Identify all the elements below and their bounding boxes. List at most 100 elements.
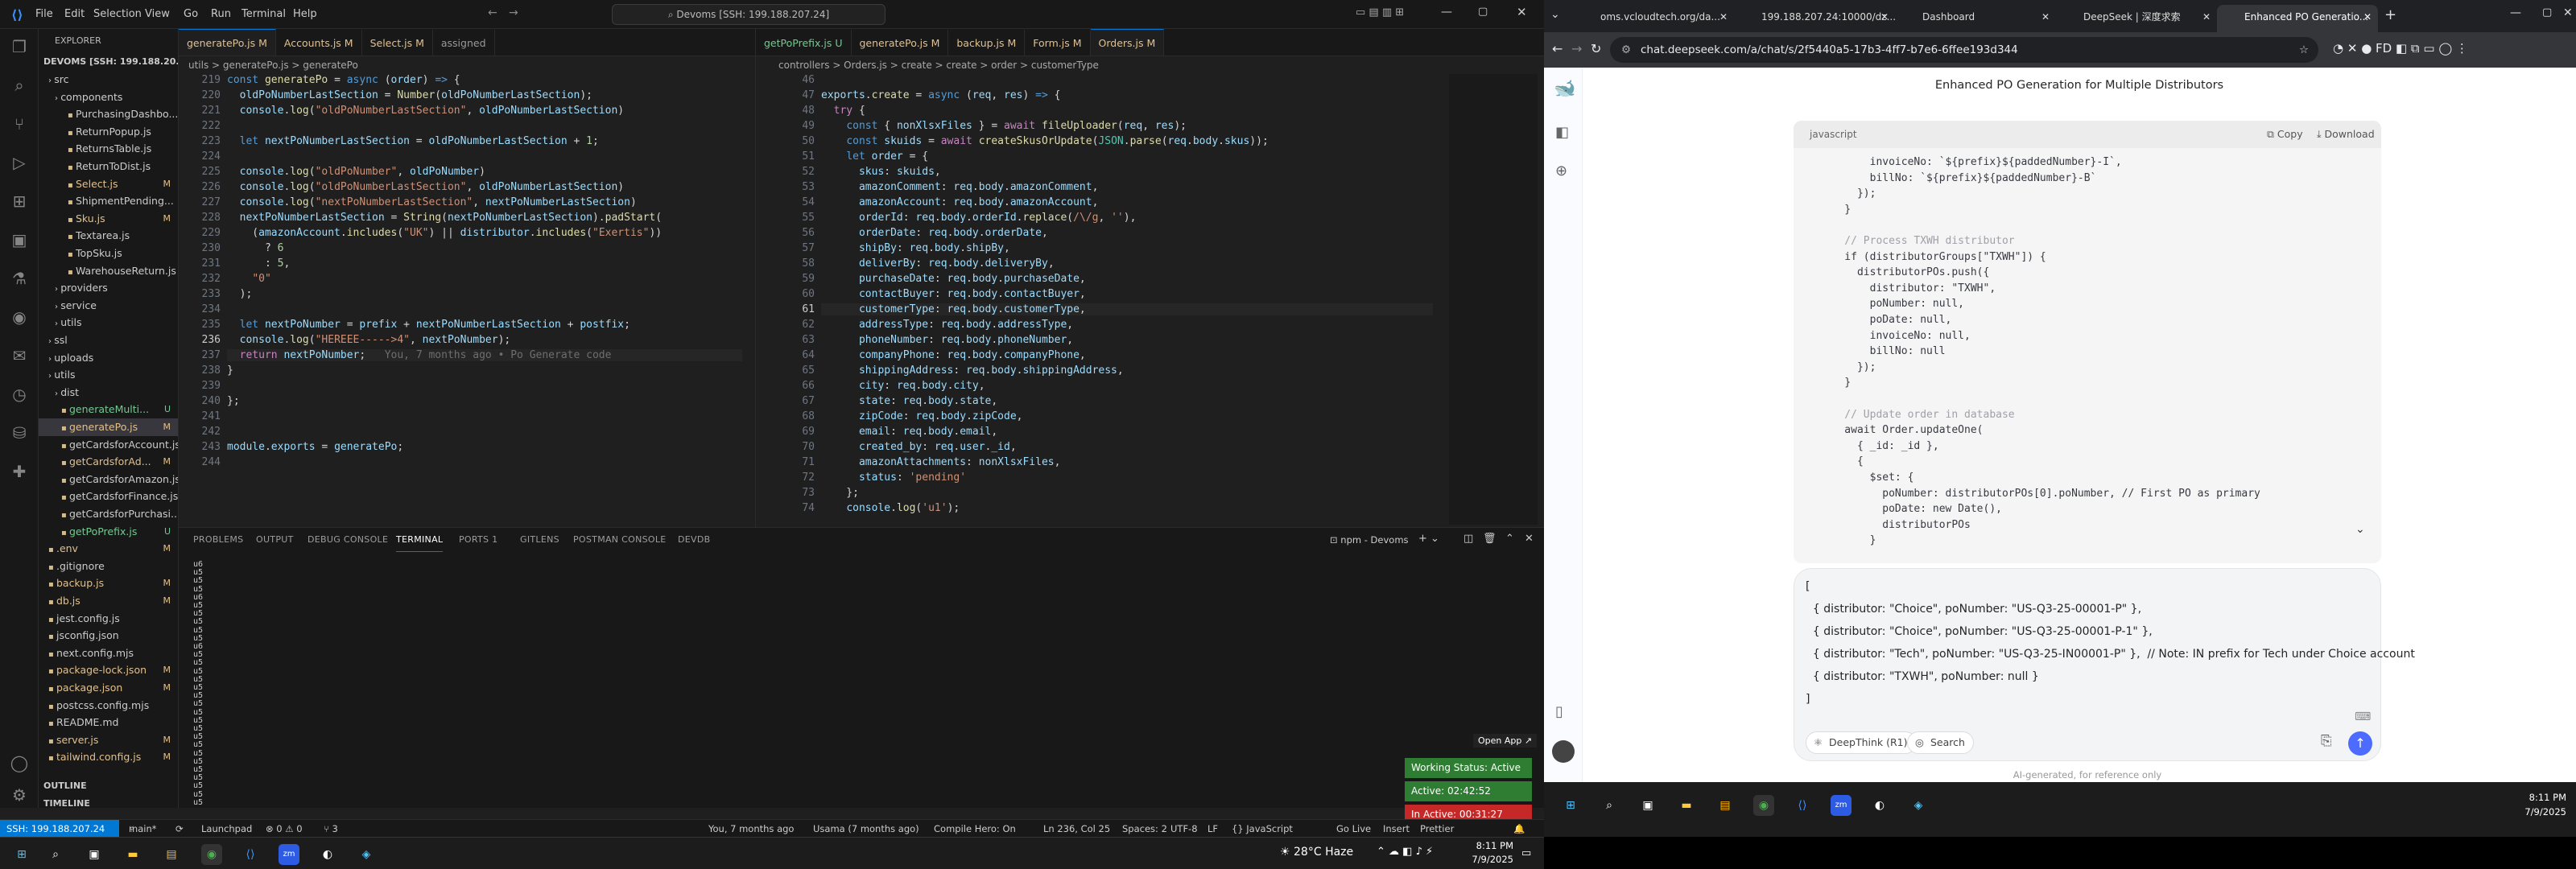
tree-item[interactable]: ▪ README.md bbox=[39, 714, 178, 731]
forward-arrow-icon[interactable]: → bbox=[509, 6, 518, 19]
tree-item[interactable]: ▪ db.js M bbox=[39, 592, 178, 610]
tree-item[interactable]: ▪ server.js M bbox=[39, 731, 178, 749]
close-icon[interactable]: ✕ bbox=[1517, 5, 1527, 19]
new-terminal-icon[interactable]: + ⌄ bbox=[1418, 533, 1439, 545]
chrome-tab-deepseek[interactable]: DeepSeek | 深度求索 ✕ bbox=[2056, 5, 2217, 32]
editor-left[interactable]: 2182192202212222232242252262272282292302… bbox=[179, 74, 742, 525]
tree-item[interactable]: ▪ postcss.config.mjs bbox=[39, 697, 178, 715]
keyboard-icon[interactable]: ⌨ bbox=[2355, 710, 2371, 723]
panel-tab-postman[interactable]: POSTMAN CONSOLE bbox=[573, 528, 667, 552]
tree-item[interactable]: ▪ .env M bbox=[39, 540, 178, 558]
clock-date[interactable]: 7/9/2025 bbox=[2515, 806, 2566, 818]
tree-item[interactable]: ▪ Select.js M bbox=[39, 175, 178, 193]
close-panel-icon[interactable]: ✕ bbox=[1525, 533, 1534, 545]
minimize-icon[interactable]: — bbox=[1441, 6, 1452, 19]
tree-item[interactable]: › ssl bbox=[39, 332, 178, 349]
windows-start-icon[interactable]: ⊞ bbox=[1560, 795, 1581, 816]
open-sidebar-icon[interactable]: ◧ bbox=[1555, 124, 1569, 141]
back-arrow-icon[interactable]: ← bbox=[488, 6, 497, 19]
tree-item[interactable]: ▪ Textarea.js bbox=[39, 227, 178, 245]
tree-item[interactable]: ▪ getCardsforAmazon.js bbox=[39, 471, 178, 488]
panel-tab-debug-console[interactable]: DEBUG CONSOLE bbox=[308, 528, 388, 552]
file-explorer-icon[interactable]: ▬ bbox=[1676, 795, 1697, 816]
menu-edit[interactable]: Edit bbox=[64, 0, 85, 29]
search-icon[interactable]: ⌕ bbox=[45, 844, 66, 865]
scroll-down-chevron-icon[interactable]: ⌄ bbox=[2355, 523, 2365, 536]
tree-item[interactable]: › utils bbox=[39, 314, 178, 332]
tab-close-icon[interactable]: ✕ bbox=[1719, 5, 1728, 29]
clock-time[interactable]: 8:11 PM bbox=[1462, 840, 1513, 851]
panel-tab-terminal[interactable]: TERMINAL bbox=[396, 528, 444, 552]
extensions-icon[interactable]: ⊞ bbox=[10, 192, 29, 211]
breadcrumb-left[interactable]: utils > generatePo.js > generatePo bbox=[179, 56, 755, 74]
chrome-tab-ip[interactable]: 199.188.207.24:10000/dz... ✕ bbox=[1734, 5, 1895, 32]
menu-run[interactable]: Run bbox=[211, 0, 231, 29]
bookmark-star-icon[interactable]: ☆ bbox=[2299, 37, 2309, 63]
language-mode[interactable]: {} JavaScript bbox=[1232, 820, 1293, 837]
chat-input[interactable]: [ { distributor: "Choice", poNumber: "US… bbox=[1794, 568, 2415, 761]
attach-paperclip-icon[interactable]: ⎘ bbox=[2321, 733, 2332, 749]
tree-item[interactable]: ▪ Sku.js M bbox=[39, 210, 178, 228]
tab-close-icon[interactable]: ✕ bbox=[1880, 5, 1889, 29]
vscode-icon[interactable]: ⟨⟩ bbox=[240, 844, 261, 865]
command-center[interactable]: ⌕ Devoms [SSH: 199.188.207.24] bbox=[612, 4, 886, 25]
postman-icon[interactable]: ✉ bbox=[10, 346, 29, 365]
store-icon[interactable]: ▤ bbox=[1715, 795, 1736, 816]
extensions-icons[interactable]: ◔ ✕ ● FD ◧ ⧉ ▭ ◯ ⋮ bbox=[2333, 41, 2468, 56]
menu-file[interactable]: File bbox=[35, 0, 53, 29]
panel-tab-problems[interactable]: PROBLEMS bbox=[193, 528, 243, 552]
remote-indicator[interactable]: SSH: 199.188.207.24 bbox=[0, 820, 119, 837]
tree-item[interactable]: › service bbox=[39, 297, 178, 315]
minimap[interactable] bbox=[1449, 74, 1538, 525]
trash-icon[interactable]: 🗑 bbox=[1483, 533, 1496, 545]
author-status[interactable]: Usama (7 months ago) bbox=[813, 820, 919, 837]
puzzle-icon[interactable]: ✚ bbox=[10, 462, 29, 481]
tree-item[interactable]: ▪ ShipmentPending... bbox=[39, 192, 178, 210]
split-terminal-icon[interactable]: ◫ bbox=[1463, 533, 1473, 545]
menu-help[interactable]: Help bbox=[293, 0, 317, 29]
workspace-root[interactable]: DEVOMS [SSH: 199.188.20... bbox=[43, 53, 178, 71]
git-blame-status[interactable]: You, 7 months ago bbox=[708, 820, 794, 837]
app-icon[interactable]: ◐ bbox=[317, 844, 338, 865]
chrome-tab-dashboard[interactable]: Dashboard ✕ bbox=[1895, 5, 2056, 32]
task-view-icon[interactable]: ▣ bbox=[1637, 795, 1658, 816]
zoom-icon[interactable]: zm bbox=[1831, 795, 1852, 816]
tab-orders[interactable]: Orders.js M bbox=[1090, 29, 1165, 56]
insert-mode[interactable]: Insert bbox=[1383, 820, 1410, 837]
go-live[interactable]: Go Live bbox=[1336, 820, 1371, 837]
back-arrow-icon[interactable]: ← bbox=[1552, 41, 1563, 56]
tree-item[interactable]: ▪ getPoPrefix.js U bbox=[39, 523, 178, 541]
editor-right[interactable]: 46 47 48 49 50 51 52 53 54 55 56 57 58 59 60 61 62 63 64 65… bbox=[773, 74, 1449, 525]
tree-item[interactable]: ▪ getCardsforFinance.js bbox=[39, 488, 178, 505]
settings-gear-icon[interactable]: ⚙ bbox=[10, 785, 29, 805]
tree-item[interactable]: ▪ PurchasingDashbo... bbox=[39, 105, 178, 123]
chrome-tab-oms[interactable]: oms.vcloudtech.org/da... ✕ bbox=[1573, 5, 1734, 32]
tree-item[interactable]: › src bbox=[39, 71, 178, 89]
search-button[interactable]: ◎ Search bbox=[1907, 731, 1974, 754]
encoding[interactable]: UTF-8 bbox=[1170, 820, 1198, 837]
clock-time[interactable]: 8:11 PM bbox=[2515, 792, 2566, 803]
tab-assigned[interactable]: assigned bbox=[433, 30, 495, 56]
tree-item[interactable]: ▪ getCardsforAd... M bbox=[39, 453, 178, 471]
download-button[interactable]: ⤓ Download bbox=[2317, 128, 2375, 141]
tab-form[interactable]: Form.js M bbox=[1025, 30, 1091, 56]
layout-toggle-icon[interactable]: ▭ ▤ ▥ ⊞ bbox=[1356, 6, 1404, 19]
windows-start-icon[interactable]: ⊞ bbox=[11, 844, 32, 865]
timeline-section[interactable]: TIMELINE bbox=[43, 795, 178, 808]
chrome-icon[interactable]: ◉ bbox=[201, 844, 222, 865]
minimize-icon[interactable]: — bbox=[2510, 6, 2521, 19]
tab-search-icon[interactable]: ⌄ bbox=[1550, 8, 1560, 21]
menu-go[interactable]: Go bbox=[184, 0, 198, 29]
deepseek-logo-icon[interactable]: 🐋 bbox=[1554, 79, 1575, 99]
tab-getpoprefix[interactable]: getPoPrefix.js U bbox=[756, 30, 852, 56]
address-bar[interactable]: ⚙ chat.deepseek.com/a/chat/s/2f5440a5-17b… bbox=[1610, 37, 2318, 63]
tree-item[interactable]: ▪ ReturnToDist.js bbox=[39, 158, 178, 175]
weather-widget[interactable]: ☀ 28°C Haze bbox=[1280, 846, 1353, 859]
app-icon-2[interactable]: ◈ bbox=[356, 844, 377, 865]
tree-item[interactable]: ▪ jest.config.js bbox=[39, 610, 178, 628]
compile-hero-status[interactable]: Compile Hero: On bbox=[934, 820, 1016, 837]
new-chat-icon[interactable]: ⊕ bbox=[1555, 163, 1567, 179]
tab-close-icon[interactable]: ✕ bbox=[2041, 5, 2050, 29]
tree-item[interactable]: › uploads bbox=[39, 349, 178, 367]
ports-indicator[interactable]: ⑂ 3 bbox=[324, 820, 338, 837]
